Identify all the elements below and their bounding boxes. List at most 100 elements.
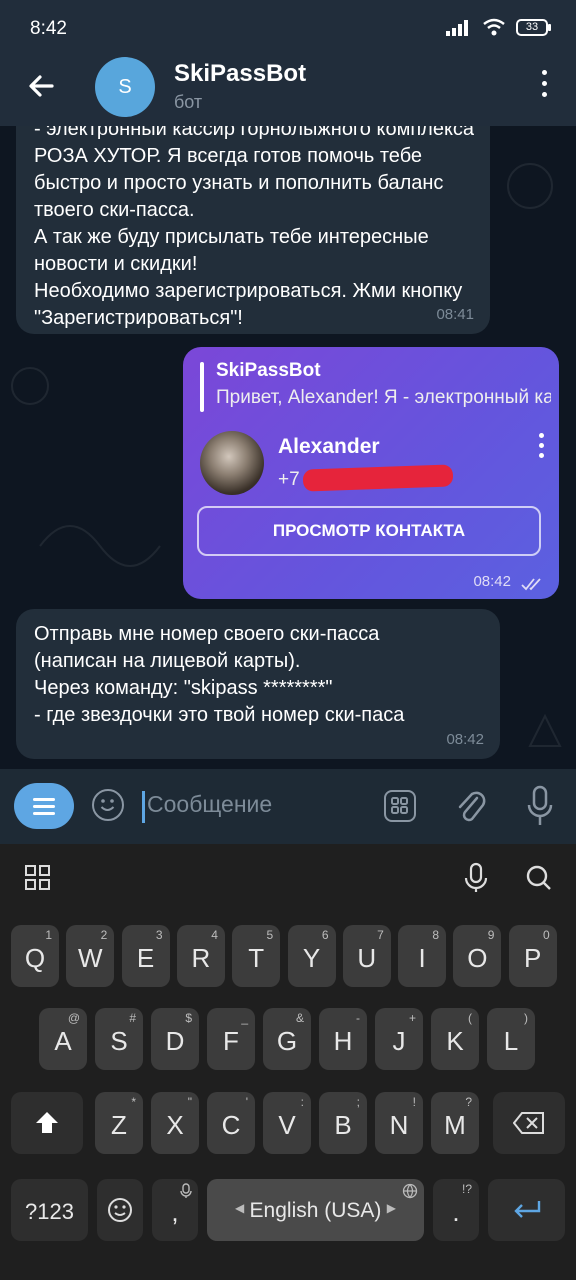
key-e[interactable]: E3 — [121, 925, 170, 987]
symbols-key[interactable]: ?123 — [11, 1179, 88, 1241]
key-p[interactable]: P0 — [508, 925, 557, 987]
key-label: S — [110, 1026, 128, 1056]
key-h[interactable]: H- — [319, 1008, 367, 1070]
key-v[interactable]: V: — [263, 1092, 311, 1154]
microphone-icon[interactable] — [527, 785, 553, 827]
enter-key[interactable] — [488, 1179, 565, 1241]
key-hint: ? — [465, 1095, 472, 1109]
key-d[interactable]: D $ — [151, 1008, 199, 1070]
chat-subtitle: бот — [174, 92, 203, 112]
incoming-message[interactable]: - электронный кассир горнолыжного компле… — [16, 126, 490, 334]
emoji-key[interactable] — [97, 1179, 143, 1241]
chat-area[interactable]: - электронный кассир горнолыжного компле… — [0, 126, 576, 769]
space-key[interactable]: ◀ English (USA) ▶ — [207, 1179, 424, 1241]
emoji-icon[interactable] — [92, 789, 124, 821]
view-contact-button[interactable]: ПРОСМОТР КОНТАКТА — [197, 506, 541, 556]
attach-icon[interactable] — [455, 788, 487, 824]
outgoing-contact-message[interactable]: SkiPassBot Привет, Alexander! Я - электр… — [183, 347, 559, 599]
key-k[interactable]: K( — [431, 1008, 479, 1070]
key-hint: $ — [185, 1011, 192, 1025]
key-hint: # — [129, 1011, 136, 1025]
key-hint: ) — [524, 1011, 528, 1025]
key-f[interactable]: F _ — [207, 1008, 255, 1070]
key-label: E — [136, 943, 155, 973]
key-hint: @ — [67, 1011, 80, 1025]
key-label: W — [78, 943, 103, 973]
key-i[interactable]: I8 — [398, 925, 447, 987]
key-x[interactable]: X " — [151, 1092, 199, 1154]
key-hint: ' — [245, 1095, 248, 1109]
reply-sender: SkiPassBot — [216, 360, 321, 381]
key-hint: 8 — [432, 928, 440, 942]
wifi-icon — [483, 18, 505, 36]
key-n[interactable]: N! — [375, 1092, 423, 1154]
key-m[interactable]: M? — [431, 1092, 479, 1154]
key-label: J — [392, 1026, 406, 1056]
key-g[interactable]: G & — [263, 1008, 311, 1070]
key-r[interactable]: R4 — [176, 925, 225, 987]
key-s[interactable]: S # — [95, 1008, 143, 1070]
backspace-icon — [513, 1112, 544, 1134]
key-a[interactable]: A @ — [39, 1008, 87, 1070]
search-icon[interactable] — [525, 862, 553, 894]
incoming-message[interactable]: Отправь мне номер своего ски-пасса (напи… — [16, 609, 500, 759]
key-j[interactable]: J + — [375, 1008, 423, 1070]
backspace-key[interactable] — [493, 1092, 565, 1154]
key-label: L — [503, 1026, 519, 1056]
message-text: - электронный кассир горнолыжного компле… — [34, 126, 475, 329]
key-o[interactable]: O9 — [453, 925, 502, 987]
shift-key[interactable] — [11, 1092, 83, 1154]
key-label: U — [357, 943, 377, 973]
key-y[interactable]: Y6 — [287, 925, 336, 987]
key-hint: 5 — [266, 928, 274, 942]
key-l[interactable]: L) — [487, 1008, 535, 1070]
key-z[interactable]: Z * — [95, 1092, 143, 1154]
key-c[interactable]: C ' — [207, 1092, 255, 1154]
reply-preview[interactable]: Привет, Alexander! Я - электронный касси… — [216, 387, 551, 409]
comma-key[interactable]: , — [152, 1179, 198, 1241]
contact-more-icon[interactable] — [537, 433, 545, 463]
key-label: D — [165, 1026, 185, 1056]
key-label: T — [248, 943, 265, 973]
double-check-icon — [521, 578, 541, 591]
key-label: H — [333, 1026, 353, 1056]
message-time: 08:42 — [473, 573, 511, 590]
key-w[interactable]: W2 — [66, 925, 115, 987]
system-icons: 33 — [446, 18, 551, 36]
message-text: Отправь мне номер своего ски-пасса (напи… — [34, 623, 405, 726]
key-hint: 2 — [100, 928, 108, 942]
key-label: A — [54, 1026, 72, 1056]
key-hint: ! — [412, 1095, 416, 1109]
bot-avatar[interactable]: S — [95, 57, 155, 117]
key-hint: ; — [356, 1095, 360, 1109]
key-t[interactable]: T5 — [232, 925, 281, 987]
voice-input-icon[interactable] — [462, 862, 490, 894]
key-label: Z — [111, 1110, 127, 1140]
back-arrow-icon[interactable] — [24, 68, 60, 104]
text-cursor — [142, 791, 145, 823]
chevron-right-icon: ▶ — [386, 1201, 396, 1215]
key-hint: + — [408, 1011, 416, 1025]
bot-menu-button[interactable] — [14, 783, 74, 829]
bot-commands-icon[interactable] — [384, 790, 416, 822]
period-key[interactable]: . !? — [433, 1179, 479, 1241]
key-label: V — [278, 1110, 296, 1140]
key-u[interactable]: U7 — [342, 925, 391, 987]
reply-bar — [200, 362, 204, 412]
key-b[interactable]: B; — [319, 1092, 367, 1154]
chat-title[interactable]: SkiPassBot — [174, 60, 306, 88]
apps-grid-icon[interactable] — [24, 864, 52, 892]
more-options-icon[interactable] — [538, 70, 550, 104]
status-bar: 8:42 33 — [0, 0, 576, 56]
comma-mic-hint-icon — [180, 1183, 192, 1198]
key-hint: " — [187, 1095, 192, 1109]
keyboard: Q1W2E3R4T5Y6U7I8O9P0 A @ S # D $ F _ G & H - J + K(L) … — [0, 844, 576, 1280]
message-input[interactable] — [147, 791, 367, 818]
key-hint: 0 — [543, 928, 550, 942]
contact-name: Alexander — [278, 435, 380, 458]
key-hint: 9 — [487, 928, 495, 942]
key-hint: 3 — [155, 928, 163, 942]
key-label: O — [467, 943, 488, 973]
contact-avatar[interactable] — [200, 431, 264, 495]
key-q[interactable]: Q1 — [11, 925, 59, 987]
